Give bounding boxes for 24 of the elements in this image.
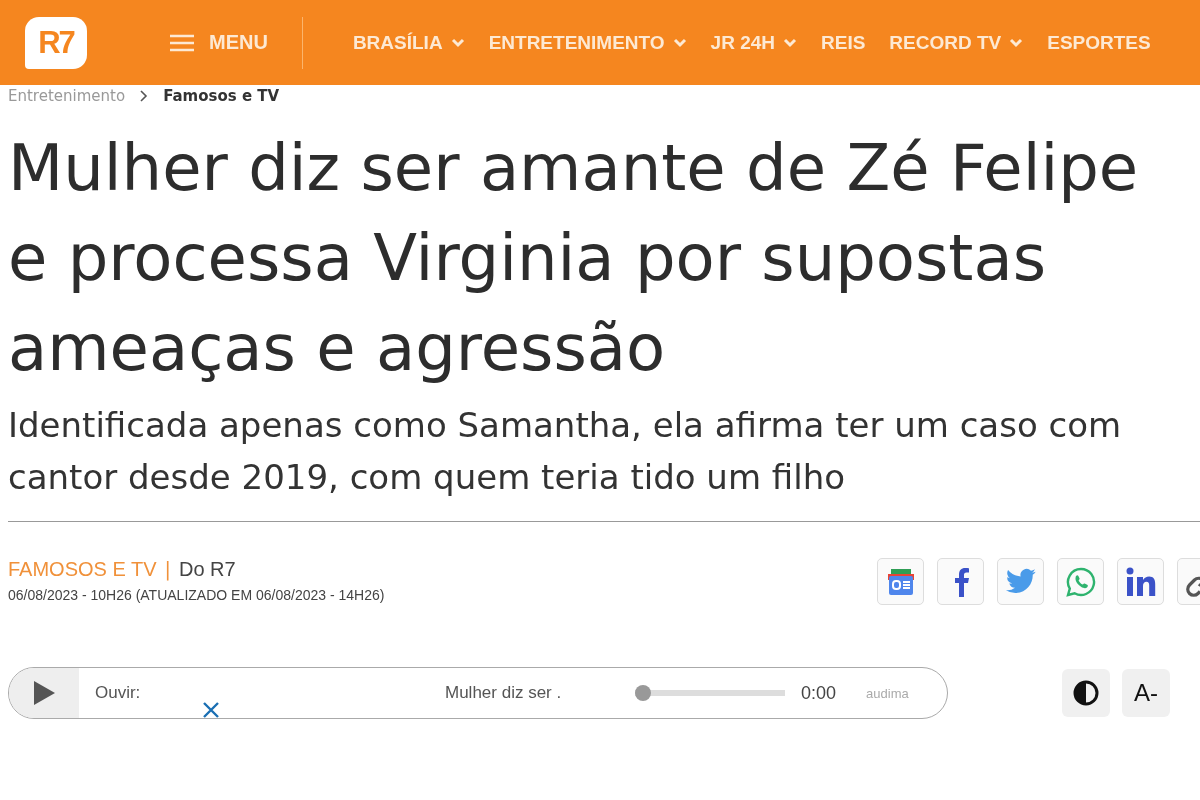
audio-title: Mulher diz ser . <box>445 683 563 703</box>
nav-link[interactable]: RECORD TV <box>889 31 1024 54</box>
listen-label: Ouvir: <box>95 683 142 703</box>
nav-link[interactable]: REIS <box>821 31 866 54</box>
nav-link[interactable]: JR 24H <box>710 31 797 54</box>
publish-date: 06/08/2023 - 10H26 (ATUALIZADO EM 06/08/2023 - 14H26) <box>8 587 385 603</box>
subtitle: cantor desde 2019, com quem teria tido um filho <box>8 456 846 499</box>
nav-link[interactable]: BRASÍLIA <box>352 31 465 54</box>
subtitle: Identificada apenas como Samantha, ela afirma ter um caso com <box>8 404 1122 447</box>
breadcrumb-link[interactable]: Famosos e TV <box>163 87 280 105</box>
source: Do R7 <box>178 558 236 581</box>
headline: Mulher diz ser amante de Zé Felipe <box>8 130 1139 207</box>
section-link[interactable]: FAMOSOS E TV <box>8 558 157 581</box>
breadcrumb-link[interactable]: Entretenimento <box>8 87 126 105</box>
headline: e processa Virginia por supostas <box>8 220 1046 297</box>
nav-link[interactable]: ENTRETENIMENTO <box>488 31 687 54</box>
menu-button[interactable]: MENU <box>169 31 268 54</box>
font-size-button[interactable]: A- <box>1122 669 1170 717</box>
nav-link[interactable]: ESPORTES <box>1047 31 1151 54</box>
separator: | <box>164 558 171 580</box>
player-brand: audima <box>866 685 909 701</box>
audio-time: 0:00 <box>801 682 837 704</box>
headline: ameaças e agressão <box>8 310 666 387</box>
logo[interactable]: R7 <box>25 16 87 69</box>
